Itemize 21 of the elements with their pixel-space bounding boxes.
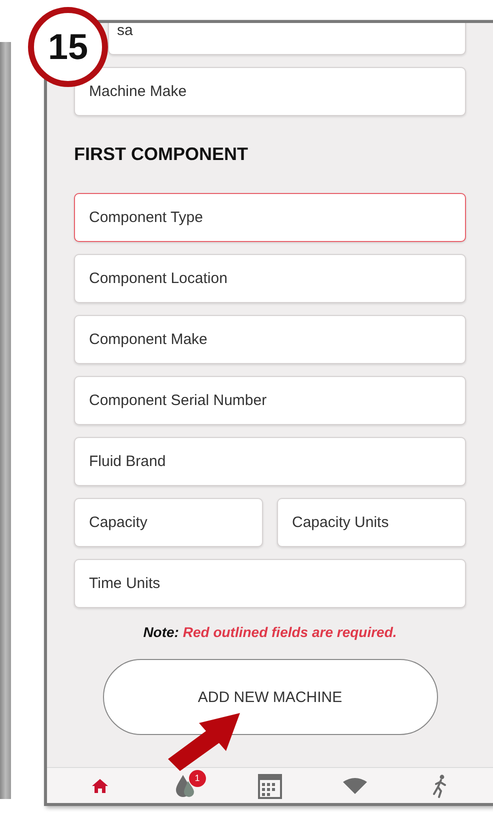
- add-machine-button[interactable]: ADD NEW MACHINE: [102, 659, 438, 735]
- text-field[interactable]: Component Type: [74, 193, 466, 242]
- section-title: FIRST COMPONENT: [74, 144, 249, 165]
- calendar-icon: [258, 772, 282, 798]
- nav-tab[interactable]: 1: [164, 770, 205, 800]
- text-field[interactable]: Component Location: [74, 254, 466, 303]
- text-field[interactable]: Component Serial Number: [74, 376, 466, 425]
- text-field[interactable]: Capacity: [74, 498, 263, 547]
- text-field[interactable]: Fluid Brand: [74, 437, 466, 486]
- notification-badge: 1: [188, 770, 206, 786]
- runner-icon: [432, 774, 448, 798]
- text-field[interactable]: Component Make: [74, 315, 466, 364]
- required-note: Note: Red outlined fields are required.: [142, 624, 398, 640]
- text-field[interactable]: sa: [108, 23, 466, 55]
- home-icon: [90, 778, 109, 794]
- text-field[interactable]: Machine Make: [74, 67, 466, 116]
- wifi-icon: [342, 776, 368, 794]
- text-field[interactable]: Capacity Units: [277, 498, 466, 547]
- pointer-arrow: [168, 713, 240, 771]
- text-field[interactable]: Time Units: [74, 559, 466, 608]
- step-badge: 15: [28, 7, 108, 87]
